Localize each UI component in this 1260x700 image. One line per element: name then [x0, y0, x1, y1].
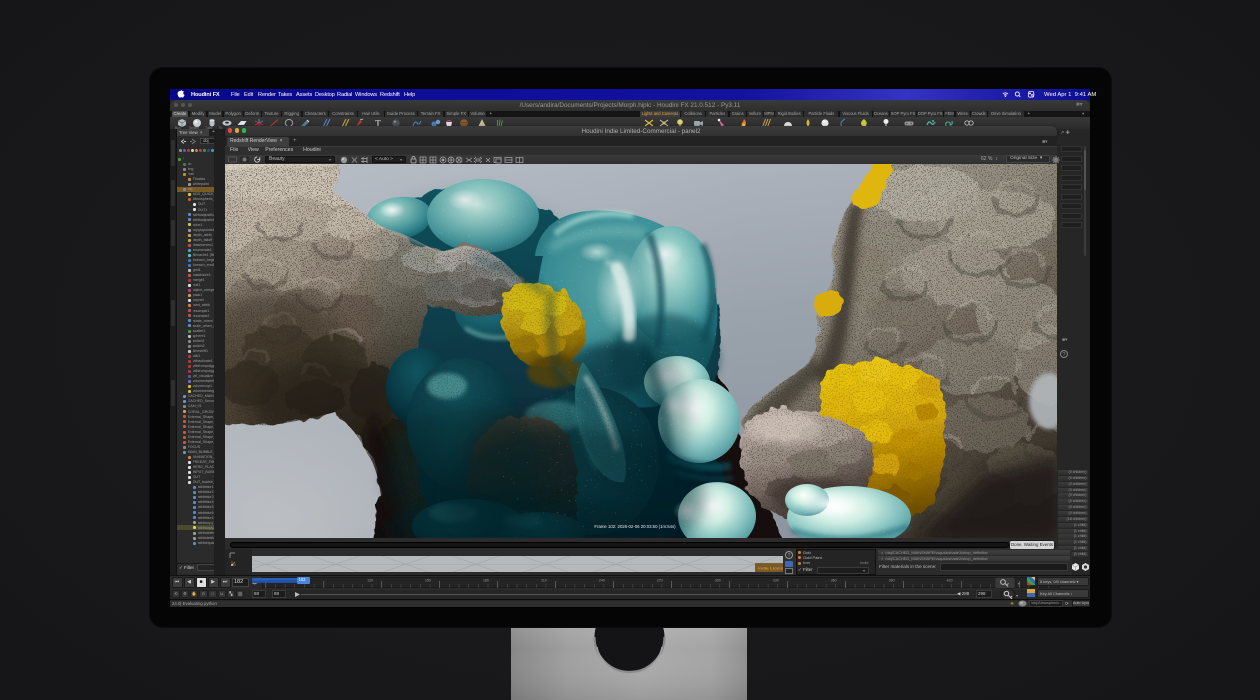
- svg-text:150: 150: [425, 578, 431, 582]
- svg-text:▾: ▾: [1018, 581, 1020, 586]
- svg-text:210: 210: [541, 578, 547, 582]
- svg-text:180: 180: [483, 578, 489, 582]
- svg-text:120: 120: [367, 578, 373, 582]
- svg-text:390: 390: [889, 578, 895, 582]
- svg-text:330: 330: [773, 578, 779, 582]
- svg-text:Indie License: Indie License: [758, 565, 783, 569]
- svg-text:▾: ▾: [1016, 593, 1018, 598]
- svg-text:420: 420: [947, 578, 953, 582]
- svg-text:300: 300: [715, 578, 721, 582]
- svg-text:270: 270: [657, 578, 663, 582]
- svg-text:360: 360: [831, 578, 837, 582]
- svg-text:240: 240: [599, 578, 605, 582]
- svg-text:Frame 102: 2026-02-06 20:03:50: Frame 102: 2026-02-06 20:03:50 (1m:54s): [594, 524, 676, 529]
